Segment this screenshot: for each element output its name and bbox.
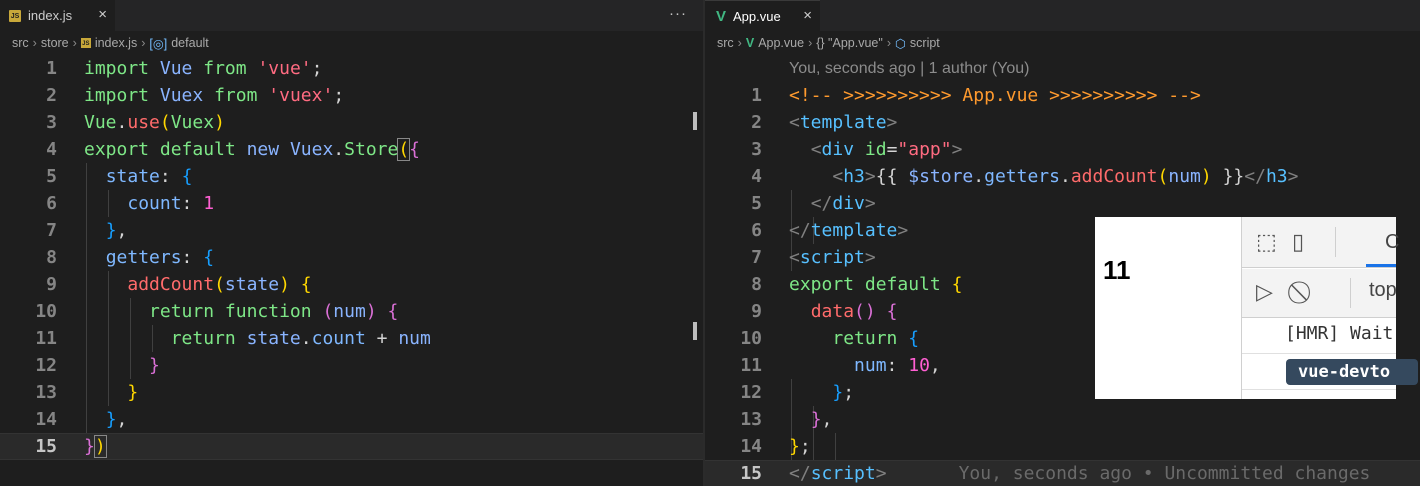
browser-overlay: 11 ⬚ ▯ C ▷ ⃠ top [HMR] Wait vue-devto <box>1095 217 1418 399</box>
toolbar-divider <box>1335 227 1336 257</box>
code-line: 3 Vue.use(Vuex) <box>46 112 225 133</box>
breadcrumb-item[interactable]: src <box>717 36 734 50</box>
code-line: 13 }, <box>740 409 833 430</box>
code-line: 2 <template> <box>751 112 898 133</box>
code-line: 6 count: 1 <box>46 193 215 214</box>
divider <box>1242 353 1396 354</box>
code-line: 10 return function (num) { <box>35 301 399 322</box>
active-tab-indicator <box>1366 264 1396 267</box>
code-line: 5 </div> <box>751 193 876 214</box>
breadcrumb-item[interactable]: App.vue <box>758 36 804 50</box>
breadcrumb-item[interactable]: src <box>12 36 29 50</box>
code-line: 4 export default new Vuex.Store({ <box>46 138 421 161</box>
chevron-right-icon: › <box>72 36 77 50</box>
code-line: 13 } <box>35 382 139 403</box>
vue-file-icon: V <box>745 36 755 50</box>
symbol-variable-icon: [◎] <box>149 36 168 51</box>
breadcrumb-item[interactable]: index.js <box>95 36 137 50</box>
chevron-right-icon: › <box>737 36 742 50</box>
rendered-count: 11 <box>1103 255 1131 285</box>
code-line: 4 <h3>{{ $store.getters.addCount(num) }}… <box>751 166 1299 187</box>
tab-label: App.vue <box>733 9 781 24</box>
scrollbar-marker[interactable] <box>693 112 697 130</box>
tab-bar: JS index.js × ··· <box>0 0 703 32</box>
code-line-current: 15 </script> You, seconds ago • Uncommitte… <box>705 460 1420 486</box>
code-line: 7 }, <box>46 220 128 241</box>
symbol-module-icon: ⬡ <box>894 36 906 51</box>
code-line: 3 <div id="app"> <box>751 139 963 160</box>
close-icon[interactable]: × <box>803 7 812 24</box>
codelens-blame[interactable]: You, seconds ago | 1 author (You) <box>789 55 1029 82</box>
code-line: 11 return state.count + num <box>35 328 431 349</box>
breadcrumb-item[interactable]: {} "App.vue" <box>816 36 883 50</box>
code-line: 14 }, <box>35 409 128 430</box>
breadcrumb-item[interactable]: store <box>41 36 69 50</box>
device-toolbar-icon[interactable]: ▯ <box>1292 229 1304 255</box>
breadcrumb: src › V App.vue › {} "App.vue" › ⬡ script <box>705 31 1420 55</box>
inline-blame: You, seconds ago • Uncommitted changes <box>958 463 1371 484</box>
chevron-right-icon: › <box>32 36 37 50</box>
code-line: 9 addCount(state) { <box>46 274 312 295</box>
show-console-sidebar-icon[interactable]: ▷ <box>1256 279 1273 305</box>
toolbar-divider <box>1350 278 1351 308</box>
tab-console[interactable]: C <box>1385 231 1399 254</box>
code-line: 5 state: { <box>46 166 193 187</box>
code-line: 14}; <box>740 436 811 457</box>
code-line: 1 import Vue from 'vue'; <box>46 58 323 79</box>
scrollbar-marker[interactable] <box>693 322 697 340</box>
code-line-current: 15}) <box>0 433 703 460</box>
js-file-icon: JS <box>9 9 21 22</box>
inspect-element-icon[interactable]: ⬚ <box>1256 229 1277 255</box>
chevron-right-icon: › <box>141 36 146 50</box>
close-icon[interactable]: × <box>98 6 107 23</box>
code-line: 8 getters: { <box>46 247 215 268</box>
breadcrumb-item[interactable]: script <box>910 36 940 50</box>
code-line: 2 import Vuex from 'vuex'; <box>46 85 345 106</box>
tab-label: index.js <box>28 8 73 23</box>
tab-app-vue[interactable]: V App.vue × <box>705 0 820 33</box>
app-preview: 11 <box>1095 217 1241 399</box>
console-message: [HMR] Wait <box>1285 323 1394 344</box>
breadcrumb-item[interactable]: default <box>171 36 209 50</box>
left-editor-group: JS index.js × ··· src › store › JS index.js… <box>0 0 703 486</box>
more-actions-icon[interactable]: ··· <box>669 5 687 22</box>
code-line: 1 <!-- >>>>>>>>>> App.vue >>>>>>>>>> --> <box>751 85 1201 106</box>
chevron-right-icon: › <box>808 36 813 50</box>
devtools-panel: ⬚ ▯ C ▷ ⃠ top [HMR] Wait vue-devto <box>1241 217 1418 399</box>
devtools-toolbar: ⬚ ▯ C <box>1242 217 1399 268</box>
chevron-right-icon: › <box>886 36 891 50</box>
divider <box>1242 389 1396 390</box>
tab-index-js[interactable]: JS index.js × <box>0 0 115 32</box>
code-editor[interactable]: 1 import Vue from 'vue'; 2 import Vuex fro… <box>0 55 703 486</box>
vue-file-icon: V <box>716 8 727 25</box>
context-selector[interactable]: top <box>1369 279 1397 302</box>
breadcrumb: src › store › JS index.js › [◎] default <box>0 31 703 55</box>
tab-bar: V App.vue × <box>705 0 1420 33</box>
js-file-icon: JS <box>80 38 91 48</box>
vue-devtools-badge: vue-devto <box>1286 359 1418 385</box>
code-line: 12 } <box>35 355 160 376</box>
